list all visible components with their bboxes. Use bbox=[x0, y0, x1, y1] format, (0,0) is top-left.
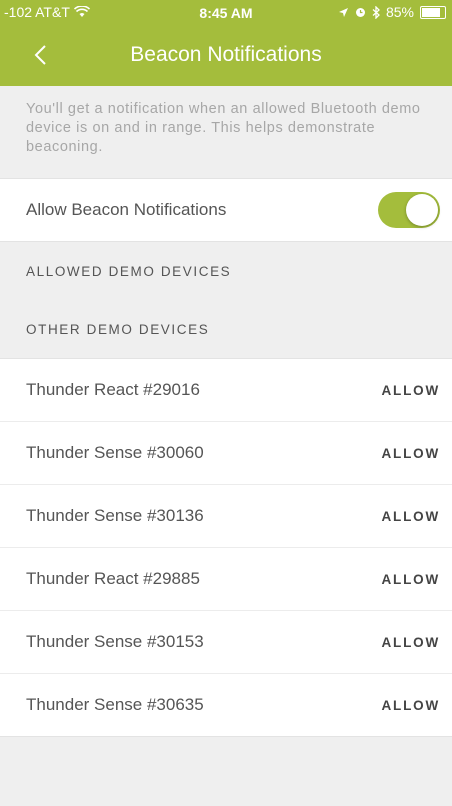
allowed-devices-header: ALLOWED DEMO DEVICES bbox=[26, 263, 232, 279]
allow-notifications-toggle[interactable] bbox=[378, 192, 440, 228]
page-title: Beacon Notifications bbox=[130, 43, 322, 66]
device-name: Thunder React #29885 bbox=[26, 569, 200, 588]
status-bar: -102 AT&T 8:45 AM 85% bbox=[0, 0, 452, 24]
device-name: Thunder Sense #30136 bbox=[26, 506, 204, 525]
allow-button[interactable]: ALLOW bbox=[382, 635, 441, 650]
other-devices-list: Thunder React #29016 ALLOW Thunder Sense… bbox=[0, 358, 452, 737]
allow-button[interactable]: ALLOW bbox=[382, 446, 441, 461]
device-row: Thunder Sense #30153 ALLOW bbox=[0, 611, 452, 674]
allow-notifications-label: Allow Beacon Notifications bbox=[26, 200, 227, 219]
device-name: Thunder React #29016 bbox=[26, 380, 200, 399]
device-row: Thunder React #29016 ALLOW bbox=[0, 359, 452, 422]
toggle-knob bbox=[406, 194, 438, 226]
allow-notifications-row: Allow Beacon Notifications bbox=[0, 178, 452, 242]
device-row: Thunder Sense #30136 ALLOW bbox=[0, 485, 452, 548]
info-text: You'll get a notification when an allowe… bbox=[0, 86, 452, 178]
status-time: 8:45 AM bbox=[199, 5, 253, 21]
allow-button[interactable]: ALLOW bbox=[382, 698, 441, 713]
device-row: Thunder Sense #30635 ALLOW bbox=[0, 674, 452, 736]
allow-button[interactable]: ALLOW bbox=[382, 509, 441, 524]
other-devices-header: OTHER DEMO DEVICES bbox=[26, 321, 210, 337]
nav-bar: Beacon Notifications bbox=[0, 24, 452, 86]
device-name: Thunder Sense #30635 bbox=[26, 695, 204, 714]
battery-icon bbox=[420, 5, 446, 19]
allow-button[interactable]: ALLOW bbox=[382, 572, 441, 587]
device-name: Thunder Sense #30060 bbox=[26, 443, 204, 462]
device-row: Thunder Sense #30060 ALLOW bbox=[0, 422, 452, 485]
device-row: Thunder React #29885 ALLOW bbox=[0, 548, 452, 611]
back-chevron-icon[interactable] bbox=[30, 44, 52, 66]
allow-button[interactable]: ALLOW bbox=[382, 383, 441, 398]
top-bar: -102 AT&T 8:45 AM 85% Beacon Notificatio… bbox=[0, 0, 452, 86]
device-name: Thunder Sense #30153 bbox=[26, 632, 204, 651]
